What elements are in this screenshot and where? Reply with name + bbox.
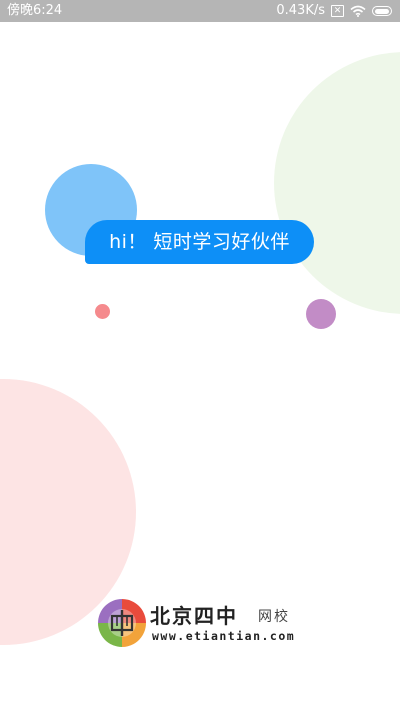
network-speed: 0.43K/s [276,3,325,18]
sim-x-icon: ✕ [331,5,344,17]
battery-icon [372,6,392,16]
status-bar: 傍晚6:24 0.43K/s ✕ [0,0,400,22]
school-emblem-icon [98,599,146,647]
splash-screen: 傍晚6:24 0.43K/s ✕ hi！ 短时学习好伙伴 北京四中 网校 www… [0,0,400,711]
greeting-bubble: hi！ 短时学习好伙伴 [85,220,314,264]
logo-title: 北京四中 [150,604,238,628]
brand-logo: 北京四中 网校 www.etiantian.com [98,598,308,648]
logo-url: www.etiantian.com [152,629,296,643]
decor-dot-red [95,304,110,319]
decor-circle-green [274,52,400,314]
wifi-icon [350,5,366,17]
status-time: 傍晚6:24 [7,3,63,18]
status-icons: 0.43K/s ✕ [276,0,392,22]
logo-subtitle: 网校 [258,609,290,625]
decor-dot-purple [306,299,336,329]
